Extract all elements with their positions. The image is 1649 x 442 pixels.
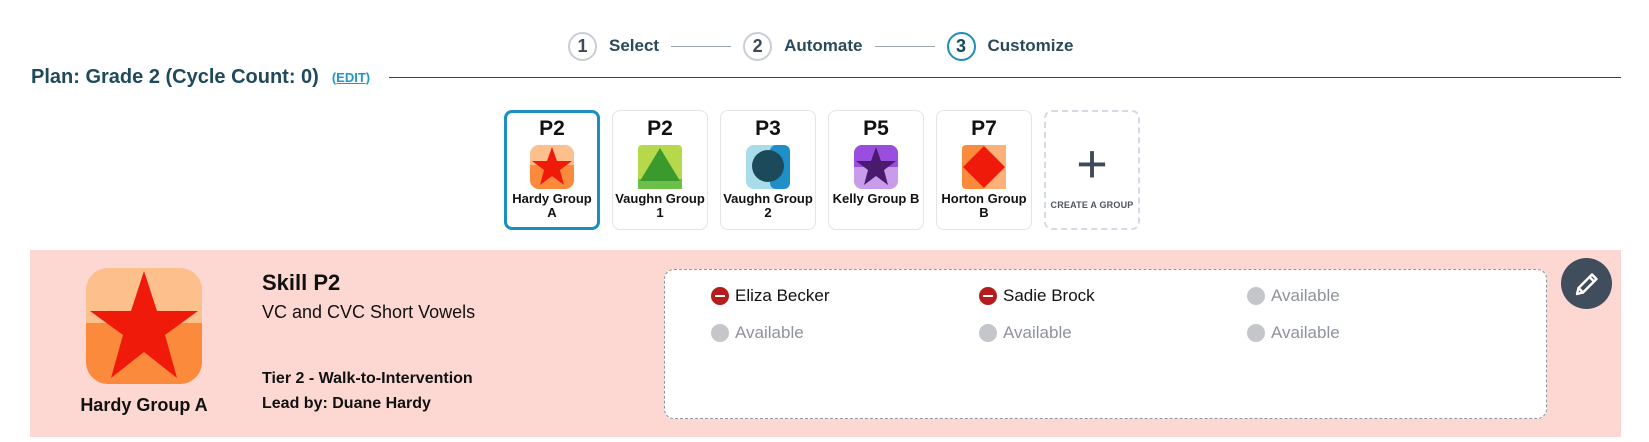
step-label-customize: Customize: [987, 36, 1074, 55]
group-card-name: Hardy Group A: [512, 191, 592, 220]
red-diamond-icon: [962, 145, 1006, 189]
create-group-label: CREATE A GROUP: [1050, 200, 1134, 210]
step-select[interactable]: 1 Select: [568, 31, 660, 61]
plan-header: Plan: Grade 2 (Cycle Count: 0) (EDIT): [31, 62, 1621, 92]
remove-icon[interactable]: [979, 287, 997, 305]
pencil-icon: [1575, 272, 1598, 295]
tier-label: Tier 2 - Walk-to-Intervention: [262, 370, 473, 387]
step-number-2: 2: [743, 31, 773, 61]
group-card-code: P2: [539, 117, 565, 140]
group-card-horton-group-b[interactable]: P7 Horton Group B: [936, 110, 1032, 230]
group-detail-panel: Hardy Group A Skill P2 VC and CVC Short …: [30, 250, 1621, 437]
group-card-name: Vaughn Group 1: [615, 191, 705, 220]
edit-group-button[interactable]: [1561, 258, 1612, 309]
plus-icon: +: [1076, 134, 1108, 194]
purple-star-icon: [854, 145, 898, 189]
teal-circle-icon: [746, 145, 790, 189]
group-card-code: P2: [647, 117, 673, 140]
slot-label: Available: [1003, 323, 1072, 342]
open-slot[interactable]: Available: [979, 323, 1072, 343]
group-card-name: Horton Group B: [941, 191, 1027, 220]
student-slot[interactable]: Eliza Becker: [711, 286, 829, 306]
slot-label: Available: [1271, 323, 1340, 342]
open-slot[interactable]: Available: [1247, 323, 1340, 343]
step-number-1: 1: [568, 31, 597, 61]
step-connector: [671, 45, 732, 47]
group-card-code: P3: [755, 117, 781, 140]
student-name: Eliza Becker: [735, 286, 830, 305]
group-card-name: Kelly Group B: [832, 191, 920, 206]
group-card-vaughn-group-2[interactable]: P3 Vaughn Group 2: [720, 110, 816, 230]
group-card-code: P7: [971, 117, 997, 140]
skill-title: Skill P2: [262, 270, 341, 295]
plan-edit-link[interactable]: (EDIT): [332, 70, 370, 85]
create-group-button[interactable]: + CREATE A GROUP: [1044, 110, 1140, 230]
step-label-automate: Automate: [784, 36, 863, 55]
student-slots: Eliza Becker Sadie Brock Available Avail…: [664, 269, 1547, 419]
open-slot[interactable]: Available: [711, 323, 804, 343]
lead-label: Lead by: Duane Hardy: [262, 395, 431, 412]
step-customize[interactable]: 3 Customize: [946, 31, 1074, 61]
group-cards: P2 Hardy Group A P2 Vaughn Group 1 P3 Va…: [504, 110, 1140, 230]
detail-group-name: Hardy Group A: [80, 395, 208, 415]
skill-subtitle: VC and CVC Short Vowels: [262, 302, 476, 322]
red-star-icon: [86, 268, 202, 384]
group-card-name: Vaughn Group 2: [723, 191, 813, 220]
step-automate[interactable]: 2 Automate: [743, 31, 863, 61]
step-number-3: 3: [946, 31, 976, 61]
red-star-icon: [530, 145, 574, 189]
student-name: Sadie Brock: [1003, 286, 1095, 305]
wizard-stepper: 1 Select 2 Automate 3 Customize: [568, 31, 1073, 61]
group-card-vaughn-group-1[interactable]: P2 Vaughn Group 1: [612, 110, 708, 230]
plan-title: Plan: Grade 2 (Cycle Count: 0): [31, 65, 319, 88]
available-icon: [979, 324, 997, 342]
group-card-kelly-group-b[interactable]: P5 Kelly Group B: [828, 110, 924, 230]
group-card-hardy-group-a[interactable]: P2 Hardy Group A: [504, 110, 600, 230]
remove-icon[interactable]: [711, 287, 729, 305]
available-icon: [1247, 324, 1265, 342]
step-label-select: Select: [609, 36, 660, 55]
available-icon: [711, 324, 729, 342]
open-slot[interactable]: Available: [1247, 286, 1340, 306]
slot-label: Available: [1271, 286, 1340, 305]
green-triangle-icon: [638, 145, 682, 189]
available-icon: [1247, 287, 1265, 305]
step-connector: [874, 45, 935, 47]
student-slot[interactable]: Sadie Brock: [979, 286, 1095, 306]
slot-label: Available: [735, 323, 804, 342]
group-card-code: P5: [863, 117, 889, 140]
divider: [389, 76, 1621, 78]
